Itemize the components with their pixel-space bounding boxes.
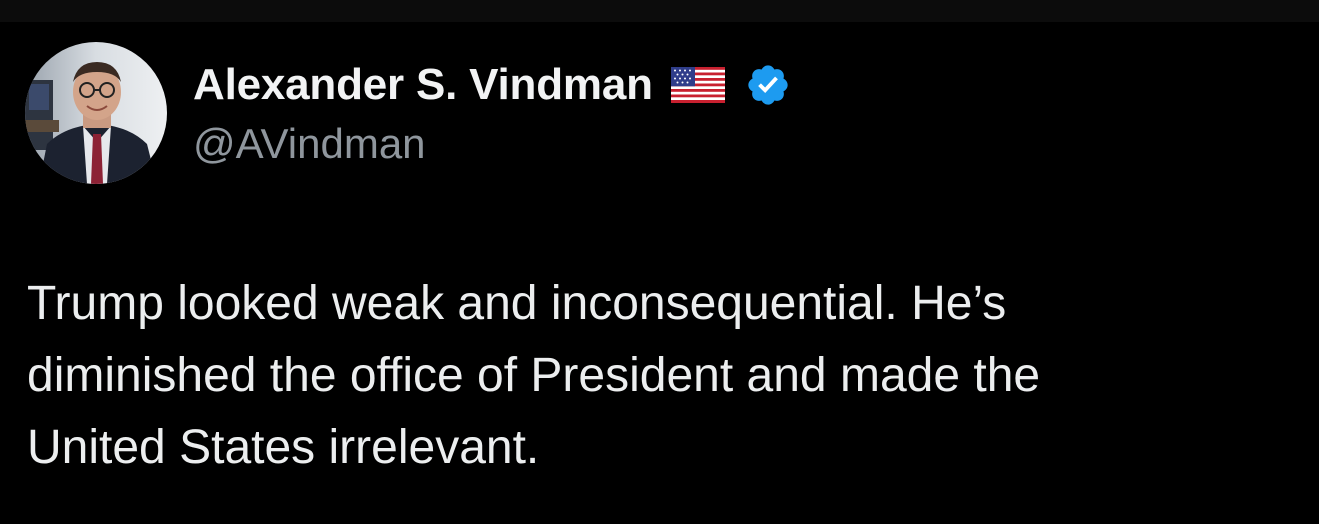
top-bar-strip xyxy=(0,0,1319,22)
tweet-text-line: Trump looked weak and inconsequential. H… xyxy=(27,277,1007,330)
avatar-photo xyxy=(25,42,167,184)
us-flag-icon xyxy=(670,67,725,103)
avatar[interactable] xyxy=(25,42,167,184)
author-display-name[interactable]: Alexander S. Vindman xyxy=(193,60,653,110)
verified-badge-icon[interactable] xyxy=(745,62,791,108)
author-handle[interactable]: @AVindman xyxy=(193,120,426,168)
tweet-text-line: diminished the office of President and m… xyxy=(27,349,1041,402)
author-name-row: Alexander S. Vindman xyxy=(193,58,791,112)
tweet-text-line: United States irrelevant. xyxy=(27,421,540,474)
tweet-text: Trump looked weak and inconsequential. H… xyxy=(27,268,1297,484)
